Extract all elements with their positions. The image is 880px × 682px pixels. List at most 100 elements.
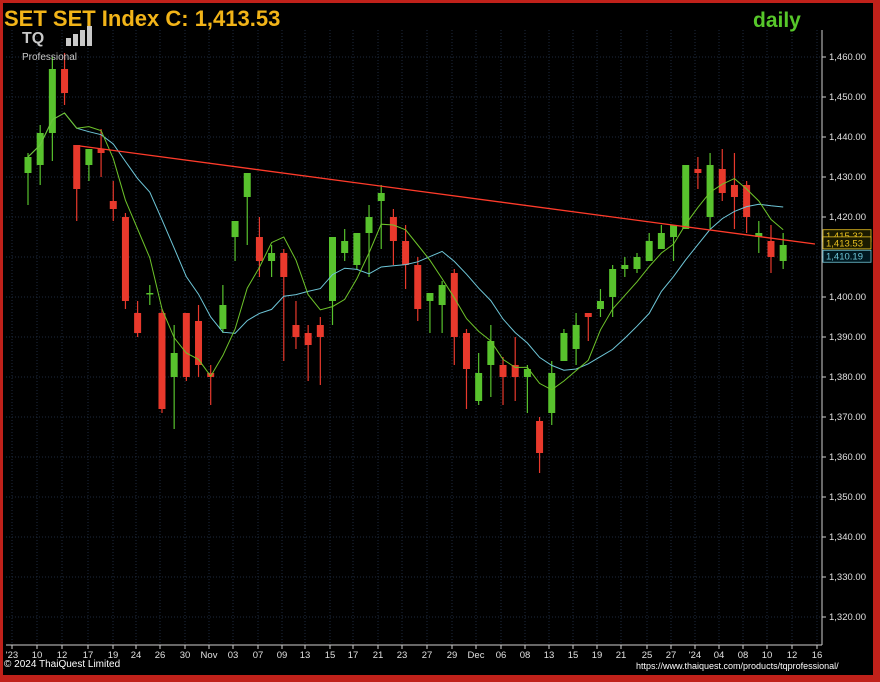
candle-body bbox=[548, 373, 556, 413]
candle-body bbox=[182, 313, 190, 377]
x-tick-label: 15 bbox=[325, 650, 336, 661]
candle-body bbox=[511, 365, 519, 377]
candle-body bbox=[596, 301, 604, 309]
candle-body bbox=[633, 257, 641, 269]
candle-body bbox=[121, 217, 129, 301]
y-tick-label: 1,330.00 bbox=[829, 572, 866, 583]
candle-body bbox=[718, 169, 726, 193]
price-label: 1,410.19 bbox=[826, 252, 863, 263]
x-tick-label: 27 bbox=[666, 650, 677, 661]
candle-body bbox=[85, 149, 93, 165]
candle-body bbox=[694, 169, 702, 173]
candle-body bbox=[462, 333, 470, 369]
x-tick-label: 26 bbox=[155, 650, 166, 661]
candle-body bbox=[280, 253, 288, 277]
candle-body bbox=[645, 241, 653, 261]
candle-body bbox=[48, 69, 56, 133]
candle-body bbox=[219, 305, 227, 329]
candle-body bbox=[109, 201, 117, 209]
price-label: 1,413.53 bbox=[826, 238, 863, 249]
candle-body bbox=[61, 69, 69, 93]
candle-body bbox=[450, 273, 458, 337]
x-tick-label: 16 bbox=[812, 650, 823, 661]
x-tick-label: '24 bbox=[689, 650, 701, 661]
x-tick-label: 29 bbox=[447, 650, 458, 661]
y-tick-label: 1,350.00 bbox=[829, 492, 866, 503]
candle-body bbox=[572, 325, 580, 349]
y-tick-label: 1,320.00 bbox=[829, 612, 866, 623]
candle-body bbox=[255, 237, 263, 261]
candle-body bbox=[365, 217, 373, 233]
candle-body bbox=[389, 217, 397, 241]
candle-body bbox=[438, 285, 446, 305]
x-tick-label: Dec bbox=[468, 650, 485, 661]
logo-subtext: Professional bbox=[22, 52, 78, 63]
y-tick-label: 1,430.00 bbox=[829, 172, 866, 183]
candle-body bbox=[621, 265, 629, 269]
x-tick-label: 07 bbox=[253, 650, 264, 661]
x-tick-label: 12 bbox=[787, 650, 798, 661]
candle-body bbox=[657, 233, 665, 249]
x-tick-label: 10 bbox=[762, 650, 773, 661]
tq-logo: TQ Professional bbox=[22, 26, 102, 66]
candle-body bbox=[402, 241, 410, 265]
candle-body bbox=[609, 269, 617, 297]
x-tick-label: 19 bbox=[592, 650, 603, 661]
trendline bbox=[79, 145, 816, 245]
candle-body bbox=[353, 233, 361, 265]
candle-body bbox=[158, 313, 166, 409]
y-tick-label: 1,360.00 bbox=[829, 452, 866, 463]
candle-body bbox=[24, 157, 32, 173]
x-tick-label: 24 bbox=[131, 650, 142, 661]
x-tick-label: 13 bbox=[544, 650, 555, 661]
candle-body bbox=[134, 313, 142, 333]
candle-body bbox=[475, 373, 483, 401]
logo-bars-icon bbox=[66, 26, 92, 46]
logo-text: TQ bbox=[22, 30, 45, 47]
x-tick-label: 04 bbox=[714, 650, 725, 661]
candle-body bbox=[536, 421, 544, 453]
y-tick-label: 1,440.00 bbox=[829, 132, 866, 143]
y-tick-label: 1,380.00 bbox=[829, 372, 866, 383]
candle-body bbox=[231, 221, 239, 237]
x-tick-label: 13 bbox=[300, 650, 311, 661]
y-tick-label: 1,370.00 bbox=[829, 412, 866, 423]
x-tick-label: 30 bbox=[180, 650, 191, 661]
candle-body bbox=[682, 165, 690, 229]
x-tick-label: 21 bbox=[373, 650, 384, 661]
candle-body bbox=[377, 193, 385, 201]
period-label[interactable]: daily bbox=[753, 9, 801, 33]
chart-title: SET SET Index C: 1,413.53 bbox=[4, 6, 281, 31]
candle-body bbox=[268, 253, 276, 261]
candle-body bbox=[414, 265, 422, 309]
y-tick-label: 1,390.00 bbox=[829, 332, 866, 343]
x-tick-label: 21 bbox=[616, 650, 627, 661]
candle-body bbox=[292, 325, 300, 337]
candle-body bbox=[243, 173, 251, 197]
y-tick-label: 1,340.00 bbox=[829, 532, 866, 543]
website-url[interactable]: https://www.thaiquest.com/products/tqpro… bbox=[636, 661, 839, 671]
x-tick-label: 08 bbox=[738, 650, 749, 661]
candle-body bbox=[779, 245, 787, 261]
candle-body bbox=[341, 241, 349, 253]
candle-body bbox=[36, 133, 44, 165]
candle-body bbox=[730, 185, 738, 197]
candle-body bbox=[560, 333, 568, 361]
x-tick-label: Nov bbox=[201, 650, 218, 661]
y-tick-label: 1,450.00 bbox=[829, 92, 866, 103]
x-tick-label: 03 bbox=[228, 650, 239, 661]
candlestick-chart: 1,460.00 1,450.00 1,440.00 1,430.00 1,420.00… bbox=[6, 30, 872, 661]
x-tick-label: 25 bbox=[642, 650, 653, 661]
x-tick-label: 23 bbox=[397, 650, 408, 661]
candle-body bbox=[170, 353, 178, 377]
x-tick-label: 09 bbox=[277, 650, 288, 661]
candle-body bbox=[767, 241, 775, 257]
candle-body bbox=[584, 313, 592, 317]
x-tick-label: 27 bbox=[422, 650, 433, 661]
x-tick-label: 08 bbox=[520, 650, 531, 661]
candle-body bbox=[329, 237, 336, 301]
candle-body bbox=[426, 293, 434, 301]
x-tick-label: 17 bbox=[348, 650, 359, 661]
y-tick-label: 1,420.00 bbox=[829, 212, 866, 223]
copyright-text: © 2024 ThaiQuest Limited bbox=[4, 659, 121, 670]
